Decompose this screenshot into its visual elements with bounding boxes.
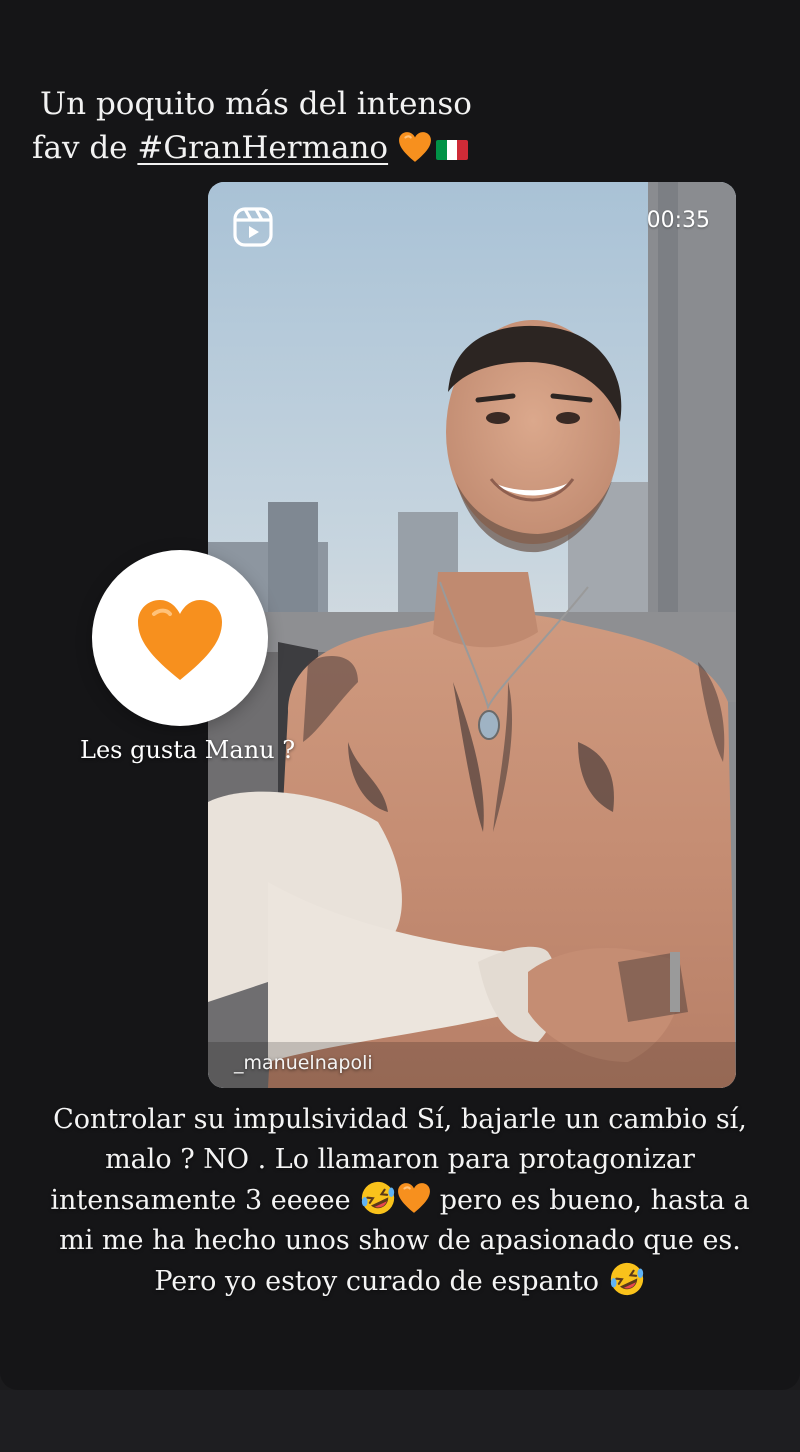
reels-icon bbox=[233, 207, 273, 247]
caption-top-line-1: Un poquito más del intenso bbox=[40, 86, 472, 122]
caption-bottom-line-4: mi me ha hecho unos show de apasionado q… bbox=[59, 1224, 741, 1256]
rolling-on-floor-laughing-icon bbox=[610, 1262, 643, 1296]
hashtag-link[interactable]: #GranHermano bbox=[137, 130, 388, 166]
caption-bottom-line-5-text: Pero yo estoy curado de espanto bbox=[154, 1266, 608, 1297]
caption-bottom: Controlar su impulsividad Sí, bajarle un… bbox=[20, 1100, 780, 1302]
sticker-question: Les gusta Manu ? bbox=[80, 736, 296, 764]
caption-bottom-line-3: intensamente 3 eeeee pero es bueno, hast… bbox=[20, 1179, 780, 1221]
bottom-bar bbox=[0, 1390, 800, 1452]
reel-preview[interactable]: 00:35 _manuelnapoli bbox=[208, 182, 736, 1088]
video-duration: 00:35 bbox=[646, 208, 710, 233]
caption-bottom-line-5: Pero yo estoy curado de espanto bbox=[20, 1260, 780, 1302]
emoji-slider-sticker[interactable] bbox=[92, 550, 268, 726]
rolling-on-floor-laughing-icon bbox=[362, 1181, 395, 1215]
reel-username[interactable]: _manuelnapoli bbox=[234, 1052, 373, 1074]
caption-top-line-2: fav de #GranHermano bbox=[32, 126, 552, 170]
story-card[interactable]: Un poquito más del intenso fav de #GranH… bbox=[0, 0, 800, 1390]
caption-bottom-line-1: Controlar su impulsividad Sí, bajarle un… bbox=[53, 1104, 747, 1135]
orange-heart-icon bbox=[138, 600, 222, 680]
caption-bottom-line-3-a: intensamente 3 eeeee bbox=[50, 1185, 360, 1216]
caption-top-prefix: fav de bbox=[32, 130, 138, 166]
caption-top: Un poquito más del intenso fav de #GranH… bbox=[32, 82, 552, 170]
italy-flag-icon bbox=[435, 139, 468, 160]
orange-heart-icon bbox=[398, 1183, 431, 1213]
orange-heart-icon bbox=[399, 132, 431, 162]
caption-bottom-line-3-b: pero es bueno, hasta a bbox=[431, 1185, 750, 1216]
caption-bottom-line-2: malo ? NO . Lo llamaron para protagoniza… bbox=[105, 1143, 695, 1175]
reel-thumbnail-image bbox=[208, 182, 736, 1088]
